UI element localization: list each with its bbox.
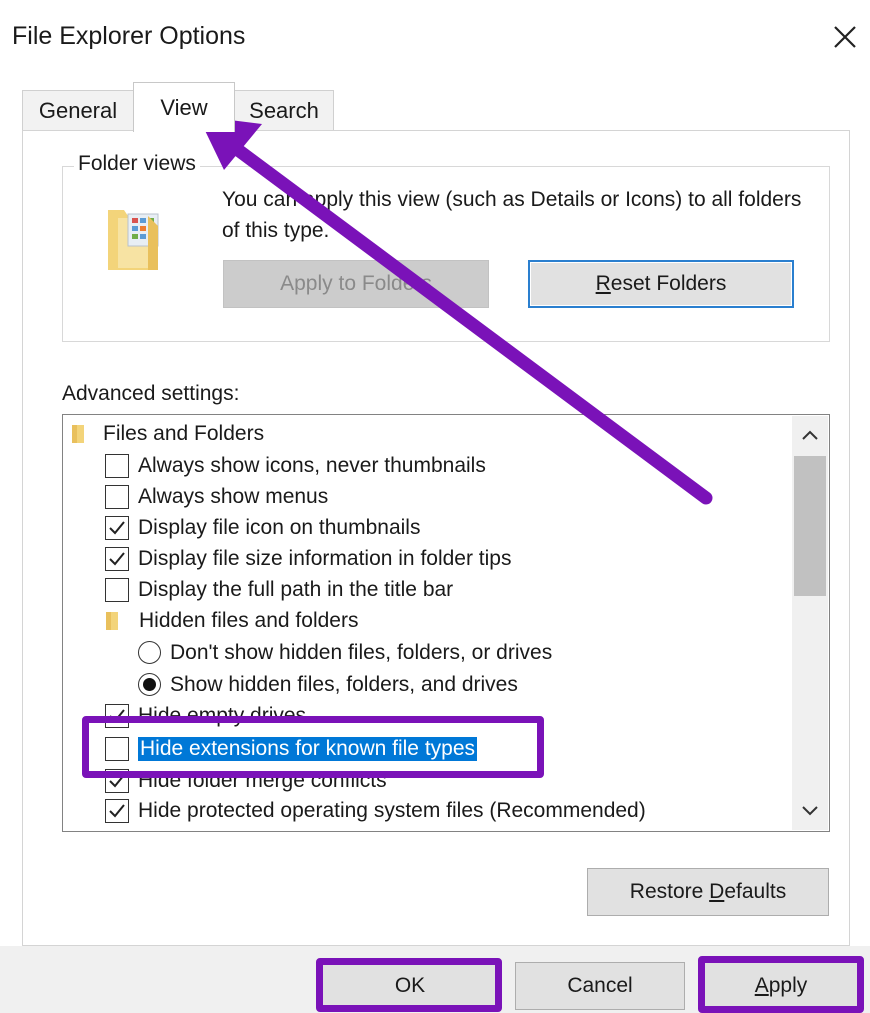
tree-item-label: Show hidden files, folders, and drives [170, 672, 518, 696]
window-title: File Explorer Options [12, 22, 246, 50]
checkbox-unchecked[interactable] [105, 453, 129, 478]
tree-item-label: Always show menus [138, 484, 329, 508]
tree-item-always-show-icons[interactable]: Always show icons, never thumbnails [105, 450, 486, 481]
tree-item-always-show-menus[interactable]: Always show menus [105, 481, 328, 512]
tab-search[interactable]: Search [234, 90, 334, 130]
check-icon [109, 708, 125, 722]
tab-view[interactable]: View [133, 82, 235, 132]
advanced-settings-label: Advanced settings: [62, 382, 240, 405]
tree-item-label: Hide empty drives [138, 703, 307, 727]
tree-item-hide-merge-conflicts[interactable]: Hide folder merge conflicts [105, 765, 387, 796]
tree-item-label: Files and Folders [103, 421, 265, 445]
tree-item-show-hidden[interactable]: Show hidden files, folders, and drives [138, 669, 518, 700]
apply-label: pply [768, 974, 808, 997]
folder-views-label: Folder views [74, 152, 200, 176]
tree-item-label: Display file icon on thumbnails [138, 515, 421, 539]
checkbox-checked[interactable] [105, 546, 129, 571]
reset-folders-button[interactable]: Reset Folders [528, 260, 794, 308]
tree-item-display-full-path[interactable]: Display the full path in the title bar [105, 574, 453, 605]
checkbox-unchecked[interactable] [105, 577, 129, 602]
tree-item-display-file-icon[interactable]: Display file icon on thumbnails [105, 512, 420, 543]
folder-views-icon [104, 204, 166, 274]
check-icon [109, 773, 125, 787]
close-button[interactable] [822, 14, 868, 60]
tree-item-hide-empty-drives[interactable]: Hide empty drives [105, 700, 306, 731]
checkbox-checked[interactable] [105, 768, 129, 793]
folder-icon [106, 611, 118, 630]
scrollbar-thumb[interactable] [794, 456, 826, 596]
chevron-up-icon [802, 430, 818, 440]
apply-button[interactable]: Apply [702, 962, 860, 1010]
tree-item-label: Hide folder merge conflicts [138, 768, 387, 792]
radio-unselected[interactable] [138, 641, 161, 664]
advanced-settings-tree[interactable]: Files and Folders Always show icons, nev… [62, 414, 830, 832]
tree-item-label-selected: Hide extensions for known file types [138, 736, 478, 761]
check-icon [109, 803, 125, 817]
folder-views-description: You can apply this view (such as Details… [222, 188, 802, 242]
tree-item-dont-show-hidden[interactable]: Don't show hidden files, folders, or dri… [138, 637, 552, 668]
tree-item-label: Display file size information in folder … [138, 546, 512, 570]
reset-folders-label: eset Folders [610, 272, 727, 295]
tree-item-hide-extensions[interactable]: Hide extensions for known file types [105, 733, 478, 764]
tree-item-display-file-size[interactable]: Display file size information in folder … [105, 543, 512, 574]
apply-to-folders-button[interactable]: Apply to Folders [223, 260, 489, 308]
checkbox-checked[interactable] [105, 703, 129, 728]
tree-item-label: Hidden files and folders [139, 608, 359, 632]
scroll-up-button[interactable] [792, 420, 828, 450]
close-icon [834, 26, 856, 48]
chevron-down-icon [802, 806, 818, 816]
check-icon [109, 520, 125, 534]
folder-icon [72, 424, 84, 443]
tree-item-label: Don't show hidden files, folders, or dri… [170, 640, 553, 664]
ok-button[interactable]: OK [322, 962, 498, 1010]
restore-defaults-button[interactable]: Restore Defaults [587, 868, 829, 916]
tree-item-hide-protected-files[interactable]: Hide protected operating system files (R… [105, 795, 646, 826]
reset-folders-accel: R [595, 272, 611, 295]
radio-selected[interactable] [138, 673, 161, 696]
checkbox-checked[interactable] [105, 515, 129, 540]
checkbox-unchecked[interactable] [105, 736, 129, 761]
checkbox-checked[interactable] [105, 798, 129, 823]
scroll-down-button[interactable] [792, 796, 828, 826]
checkbox-unchecked[interactable] [105, 484, 129, 509]
tree-item-label: Always show icons, never thumbnails [138, 453, 486, 477]
restore-defaults-accel: D [709, 880, 725, 903]
cancel-button[interactable]: Cancel [515, 962, 685, 1010]
tree-item-label: Display the full path in the title bar [138, 577, 454, 601]
check-icon [109, 551, 125, 565]
tree-item-label: Hide protected operating system files (R… [138, 798, 646, 822]
radio-dot [143, 678, 156, 691]
tree-item-files-and-folders[interactable]: Files and Folders [71, 418, 264, 449]
tab-general[interactable]: General [22, 90, 134, 130]
restore-defaults-label-end: efaults [724, 880, 787, 903]
tree-item-hidden-files-and-folders[interactable]: Hidden files and folders [105, 605, 358, 636]
restore-defaults-label-start: Restore [629, 880, 710, 903]
apply-accel: A [754, 974, 769, 997]
